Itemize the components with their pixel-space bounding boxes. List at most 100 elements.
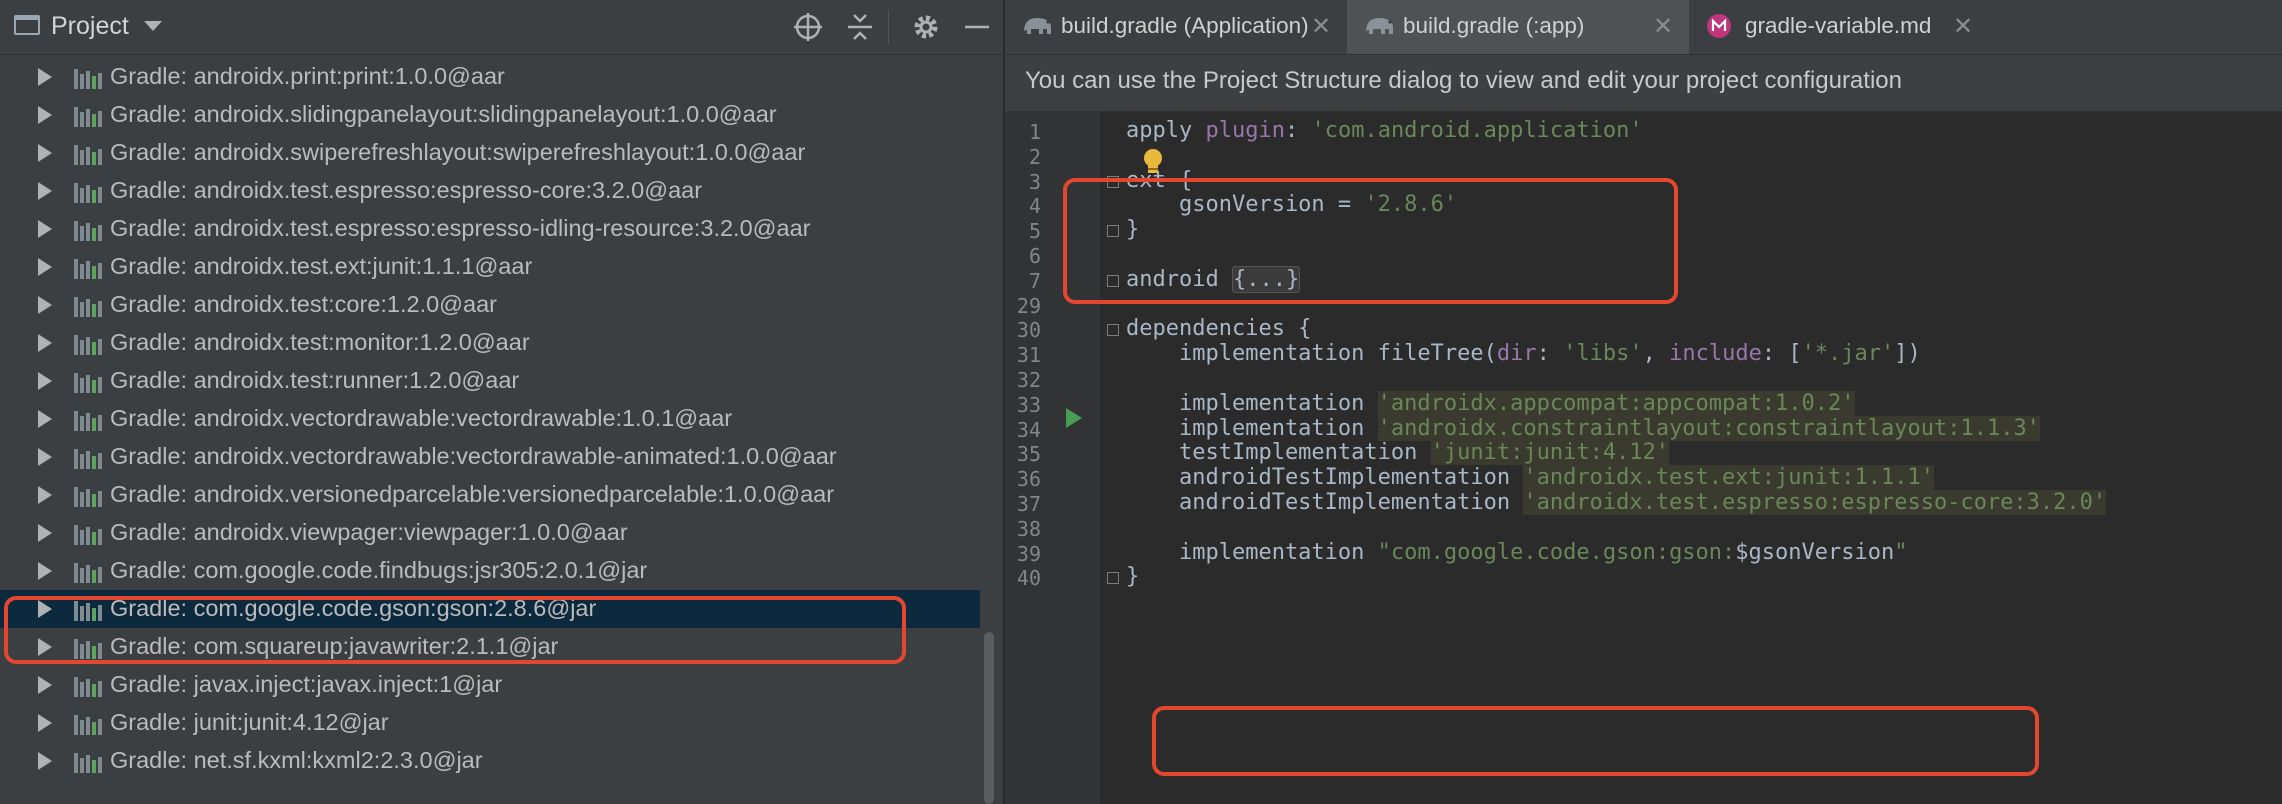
gear-icon[interactable] [911, 12, 941, 42]
code-token: 'libs' [1563, 341, 1643, 367]
code-token: plugin [1205, 118, 1285, 143]
line-number: 35 [1016, 442, 1041, 467]
code-line[interactable]: androidTestImplementation 'androidx.test… [1126, 490, 2107, 515]
gradle-elephant-icon [1363, 12, 1397, 40]
code-line[interactable]: implementation "com.google.code.gson:gso… [1126, 540, 1908, 565]
tree-item[interactable]: Gradle: androidx.versionedparcelable:ver… [0, 476, 980, 514]
tree-item[interactable]: Gradle: androidx.test.espresso:espresso-… [0, 172, 980, 210]
line-number: 6 [1028, 244, 1041, 268]
chevron-down-icon[interactable] [144, 21, 162, 31]
fold-marker-icon[interactable] [1107, 324, 1119, 337]
code-line[interactable]: implementation fileTree(dir: 'libs', inc… [1126, 341, 1921, 366]
tree-item-label: Gradle: androidx.test:monitor:1.2.0@aar [110, 329, 530, 355]
library-icon [73, 218, 103, 242]
line-number: 1 [1028, 120, 1041, 144]
expand-arrow-icon[interactable] [38, 410, 52, 428]
tree-item-label: Gradle: androidx.viewpager:viewpager:1.0… [110, 519, 628, 545]
tab-label: gradle-variable.md [1745, 13, 1932, 38]
tree-item-label: Gradle: androidx.print:print:1.0.0@aar [110, 63, 505, 89]
code-token: 'junit:junit:4.12' [1430, 440, 1670, 466]
expand-arrow-icon[interactable] [38, 486, 52, 504]
tree-scrollbar[interactable] [984, 632, 994, 804]
editor-tab[interactable]: build.gradle (Application) ✕ [1005, 0, 1347, 54]
code-line[interactable]: apply plugin: 'com.android.application' [1126, 118, 1643, 143]
line-number: 2 [1028, 144, 1041, 169]
code-line[interactable]: implementation 'androidx.constraintlayou… [1126, 415, 2040, 441]
project-panel-title[interactable]: Project [51, 12, 129, 41]
line-number: 3 [1028, 169, 1041, 194]
expand-arrow-icon[interactable] [38, 676, 52, 694]
expand-arrow-icon[interactable] [38, 220, 52, 238]
tree-item-label: Gradle: androidx.slidingpanelayout:slidi… [110, 101, 777, 127]
run-icon[interactable] [1066, 408, 1082, 428]
expand-arrow-icon[interactable] [38, 448, 52, 466]
library-icon [73, 66, 103, 90]
expand-arrow-icon[interactable] [38, 296, 52, 314]
tree-item[interactable]: Gradle: androidx.test.ext:junit:1.1.1@aa… [0, 248, 980, 286]
editor-tab-bar: build.gradle (Application) ✕ build.gradle … [1005, 0, 2282, 55]
project-structure-notice[interactable]: You can use the Project Structure dialog… [1005, 55, 2282, 112]
code-token: : [1284, 118, 1312, 143]
line-number: 29 [1016, 293, 1041, 318]
fold-marker-icon[interactable] [1107, 572, 1119, 585]
tree-item-label: Gradle: androidx.test:runner:1.2.0@aar [110, 367, 520, 393]
collapse-all-icon[interactable] [845, 12, 875, 42]
tree-item-label: Gradle: junit:junit:4.12@jar [110, 709, 389, 735]
expand-arrow-icon[interactable] [38, 258, 52, 276]
expand-arrow-icon[interactable] [38, 334, 52, 352]
minimize-icon[interactable] [962, 12, 992, 42]
code-line[interactable]: androidTestImplementation 'androidx.test… [1126, 465, 1934, 491]
tree-item-label: Gradle: javax.inject:javax.inject:1@jar [110, 671, 503, 697]
library-icon [73, 712, 103, 736]
code-line[interactable]: testImplementation 'junit:junit:4.12' [1126, 440, 1670, 466]
tree-item[interactable]: Gradle: androidx.test:monitor:1.2.0@aar [0, 324, 980, 362]
library-icon [73, 750, 103, 774]
lightbulb-icon[interactable] [1140, 147, 1166, 177]
crosshair-icon[interactable] [793, 12, 823, 42]
expand-arrow-icon[interactable] [38, 562, 52, 580]
code-token: dependencies { [1126, 316, 1312, 342]
expand-arrow-icon[interactable] [38, 524, 52, 542]
close-icon[interactable]: ✕ [1311, 12, 1331, 41]
editor-tab[interactable]: gradle-variable.md ✕ [1689, 0, 1989, 54]
tree-item[interactable]: Gradle: androidx.test.espresso:espresso-… [0, 210, 980, 248]
expand-arrow-icon[interactable] [38, 144, 52, 162]
tree-item[interactable]: Gradle: androidx.print:print:1.0.0@aar [0, 58, 980, 96]
library-icon [73, 484, 103, 508]
ext-block-callout [1063, 178, 1678, 304]
expand-arrow-icon[interactable] [38, 372, 52, 390]
code-token: testImplementation [1126, 440, 1431, 466]
expand-arrow-icon[interactable] [38, 68, 52, 86]
expand-arrow-icon[interactable] [38, 106, 52, 124]
code-line[interactable]: } [1126, 564, 1139, 589]
line-number: 36 [1016, 467, 1041, 492]
tree-item[interactable]: Gradle: androidx.vectordrawable:vectordr… [0, 438, 980, 476]
code-token: , [1642, 341, 1670, 367]
close-icon[interactable]: ✕ [1653, 12, 1673, 41]
expand-arrow-icon[interactable] [38, 714, 52, 732]
markdown-icon [1705, 12, 1739, 40]
expand-arrow-icon[interactable] [38, 752, 52, 770]
tree-item[interactable]: Gradle: androidx.test:core:1.2.0@aar [0, 286, 980, 324]
tree-item[interactable]: Gradle: androidx.swiperefreshlayout:swip… [0, 134, 980, 172]
tree-item[interactable]: Gradle: com.google.code.findbugs:jsr305:… [0, 552, 980, 590]
code-line[interactable]: implementation 'androidx.appcompat:appco… [1126, 390, 1855, 416]
code-token: implementation [1126, 390, 1378, 416]
tree-item-label: Gradle: androidx.swiperefreshlayout:swip… [110, 139, 806, 165]
project-tree[interactable]: Gradle: androidx.localbroadcastmanager:l… [0, 40, 980, 804]
project-window-icon [14, 15, 40, 35]
library-icon [73, 142, 103, 166]
tree-item[interactable]: Gradle: net.sf.kxml:kxml2:2.3.0@jar [0, 742, 980, 780]
tree-item[interactable]: Gradle: androidx.vectordrawable:vectordr… [0, 400, 980, 438]
tree-item[interactable]: Gradle: javax.inject:javax.inject:1@jar [0, 666, 980, 704]
gson-library-callout [4, 596, 906, 664]
tree-item-label: Gradle: com.google.code.findbugs:jsr305:… [110, 557, 648, 583]
editor-tab[interactable]: build.gradle (:app) ✕ [1347, 0, 1689, 54]
expand-arrow-icon[interactable] [38, 182, 52, 200]
code-line[interactable]: dependencies { [1126, 316, 1311, 341]
tree-item[interactable]: Gradle: junit:junit:4.12@jar [0, 704, 980, 742]
tree-item[interactable]: Gradle: androidx.slidingpanelayout:slidi… [0, 96, 980, 134]
tree-item[interactable]: Gradle: androidx.test:runner:1.2.0@aar [0, 362, 980, 400]
tree-item[interactable]: Gradle: androidx.viewpager:viewpager:1.0… [0, 514, 980, 552]
close-icon[interactable]: ✕ [1953, 12, 1973, 41]
